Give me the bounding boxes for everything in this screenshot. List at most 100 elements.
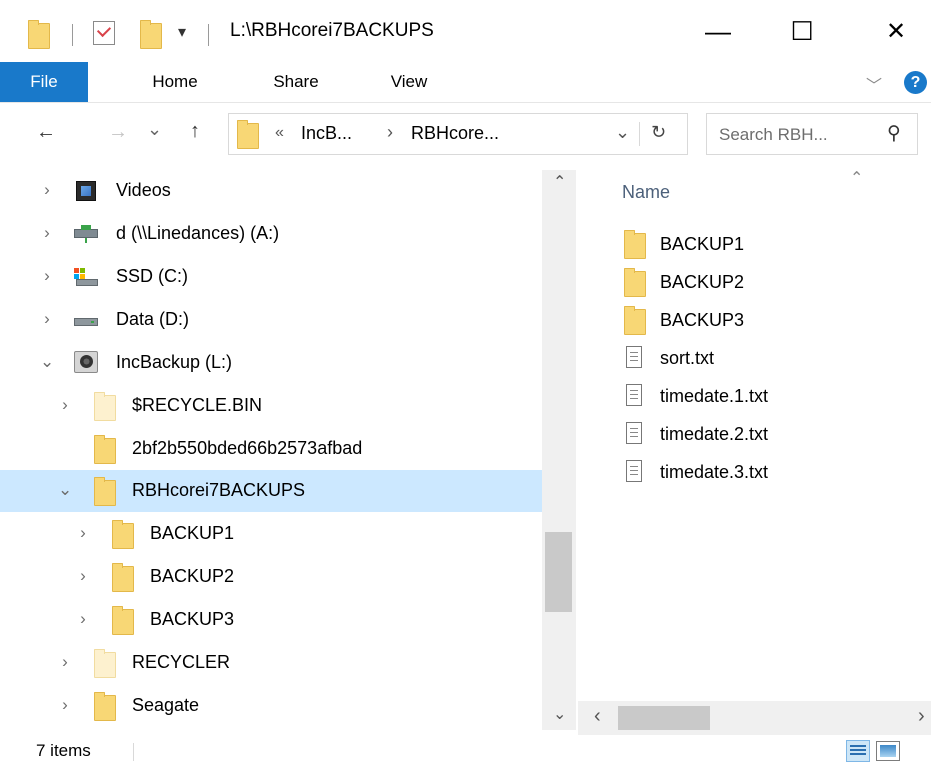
list-item[interactable]: BACKUP3 (578, 302, 931, 340)
back-button[interactable]: ← (36, 121, 56, 144)
navigation-scrollbar[interactable]: ⌃ ⌄ (542, 170, 576, 730)
details-view-icon[interactable] (846, 740, 870, 762)
tree-item-seagate[interactable]: › Seagate (0, 685, 542, 727)
expand-chevron-icon[interactable]: › (40, 309, 54, 329)
maximize-button[interactable]: ☐ (772, 8, 832, 54)
file-name: timedate.3.txt (660, 462, 769, 482)
tree-item-network-drive[interactable]: › d (\\Linedances) (A:) (0, 213, 542, 255)
column-header-name[interactable]: Name (622, 182, 670, 203)
expand-chevron-icon[interactable]: › (76, 523, 90, 543)
address-dropdown-icon[interactable]: ⌄ (615, 122, 630, 143)
minimize-button[interactable]: — (688, 8, 748, 54)
tree-item-hash-folder[interactable]: 2bf2b550bded66b2573afbad (0, 428, 542, 470)
tree-item-label: IncBackup (L:) (116, 352, 233, 372)
forward-button[interactable]: → (108, 121, 128, 144)
file-name: BACKUP2 (660, 272, 745, 292)
folder-icon (94, 435, 116, 464)
expand-chevron-icon[interactable]: › (40, 180, 54, 200)
scrollbar-thumb[interactable] (618, 706, 710, 730)
scroll-left-icon[interactable]: ‹ (594, 705, 601, 728)
recent-locations-button[interactable]: ⌄ (147, 119, 162, 140)
list-item[interactable]: timedate.2.txt (578, 416, 931, 454)
maximize-icon: ☐ (790, 15, 814, 46)
tree-item-label: RECYCLER (132, 652, 231, 672)
scrollbar-thumb[interactable] (545, 532, 572, 612)
scroll-down-icon[interactable]: ⌄ (553, 704, 566, 724)
navigation-pane: › Videos › d (\\Linedances) (A:) › SSD (… (0, 170, 542, 730)
quick-access-dropdown-icon[interactable]: ▾ (178, 22, 186, 42)
file-name: BACKUP1 (660, 234, 745, 254)
tree-item-videos[interactable]: › Videos (0, 170, 542, 212)
tree-item-incbackup[interactable]: ⌄ IncBackup (L:) (0, 342, 542, 384)
list-item[interactable]: BACKUP1 (578, 226, 931, 264)
list-item[interactable]: timedate.3.txt (578, 454, 931, 492)
list-item[interactable]: BACKUP2 (578, 264, 931, 302)
tree-item-backup2[interactable]: › BACKUP2 (0, 556, 542, 598)
expand-chevron-icon[interactable]: › (58, 395, 72, 415)
minimize-icon: — (705, 15, 731, 46)
scroll-right-icon[interactable]: › (918, 705, 925, 728)
breadcrumb-item[interactable]: IncB... (301, 123, 352, 144)
forward-arrow-icon: → (108, 121, 128, 143)
close-button[interactable]: ✕ (866, 8, 926, 54)
expand-chevron-icon[interactable]: › (40, 266, 54, 286)
expand-ribbon-icon[interactable]: ﹀ (866, 72, 882, 96)
backup-drive-icon (74, 351, 98, 373)
collapse-chevron-icon[interactable]: ⌄ (58, 480, 72, 500)
tab-file[interactable]: File (0, 62, 88, 102)
tree-item-label: BACKUP1 (150, 523, 235, 543)
expand-chevron-icon[interactable]: › (76, 609, 90, 629)
tree-item-backup1[interactable]: › BACKUP1 (0, 513, 542, 555)
search-input[interactable] (717, 114, 881, 156)
refresh-icon[interactable]: ↻ (651, 122, 666, 143)
sort-ascending-icon: ⌃ (850, 170, 864, 187)
expand-chevron-icon[interactable]: › (76, 566, 90, 586)
tree-item-backup3[interactable]: › BACKUP3 (0, 599, 542, 641)
folder-icon (624, 268, 646, 297)
tree-item-label: BACKUP2 (150, 566, 235, 586)
tree-item-label: $RECYCLE.BIN (132, 395, 263, 415)
tree-item-recycle-bin[interactable]: › $RECYCLE.BIN (0, 385, 542, 427)
divider (133, 743, 134, 761)
search-box[interactable]: ⚲ (706, 113, 918, 156)
up-button[interactable]: ↑ (190, 120, 200, 143)
list-item[interactable]: timedate.1.txt (578, 378, 931, 416)
address-bar[interactable]: « IncB... › RBHcore... ⌄ ↻ (228, 113, 688, 155)
help-icon[interactable]: ? (904, 71, 927, 94)
divider (208, 24, 209, 46)
navigation-bar: ← → ⌄ ↑ « IncB... › RBHcore... ⌄ ↻ ⚲ (0, 103, 931, 169)
tree-item-rbhcorei7backups[interactable]: ⌄ RBHcorei7BACKUPS (0, 470, 542, 512)
tree-item-data-drive[interactable]: › Data (D:) (0, 299, 542, 341)
scroll-up-icon[interactable]: ⌃ (553, 172, 566, 192)
status-bar: 7 items (0, 735, 931, 769)
tab-share[interactable]: Share (256, 62, 336, 102)
properties-icon[interactable] (93, 21, 115, 45)
hidden-folder-icon (94, 649, 116, 678)
tab-view[interactable]: View (374, 62, 444, 102)
tree-item-label: d (\\Linedances) (A:) (116, 223, 280, 243)
expand-chevron-icon[interactable]: › (40, 223, 54, 243)
folder-icon (624, 306, 646, 335)
tree-item-recycler[interactable]: › RECYCLER (0, 642, 542, 684)
text-file-icon (626, 422, 642, 444)
large-icons-view-icon[interactable] (876, 741, 900, 761)
horizontal-scrollbar[interactable]: ‹ › (578, 701, 931, 735)
collapse-chevron-icon[interactable]: ⌄ (40, 352, 54, 372)
divider (72, 24, 73, 46)
breadcrumb-item[interactable]: RBHcore... (411, 123, 499, 144)
list-item[interactable]: sort.txt (578, 340, 931, 378)
new-folder-icon[interactable] (140, 20, 162, 49)
tree-item-ssd[interactable]: › SSD (C:) (0, 256, 542, 298)
tree-item-label: Videos (116, 180, 171, 200)
file-name: BACKUP3 (660, 310, 745, 330)
breadcrumb-separator-icon[interactable]: › (387, 122, 393, 143)
file-name: timedate.1.txt (660, 386, 769, 406)
expand-chevron-icon[interactable]: › (58, 652, 72, 672)
breadcrumb-overflow-icon[interactable]: « (275, 124, 284, 142)
folder-icon (28, 20, 50, 49)
tab-home[interactable]: Home (136, 62, 214, 102)
search-icon[interactable]: ⚲ (887, 122, 901, 145)
back-arrow-icon: ← (36, 121, 56, 143)
folder-icon (237, 120, 259, 149)
expand-chevron-icon[interactable]: › (58, 695, 72, 715)
